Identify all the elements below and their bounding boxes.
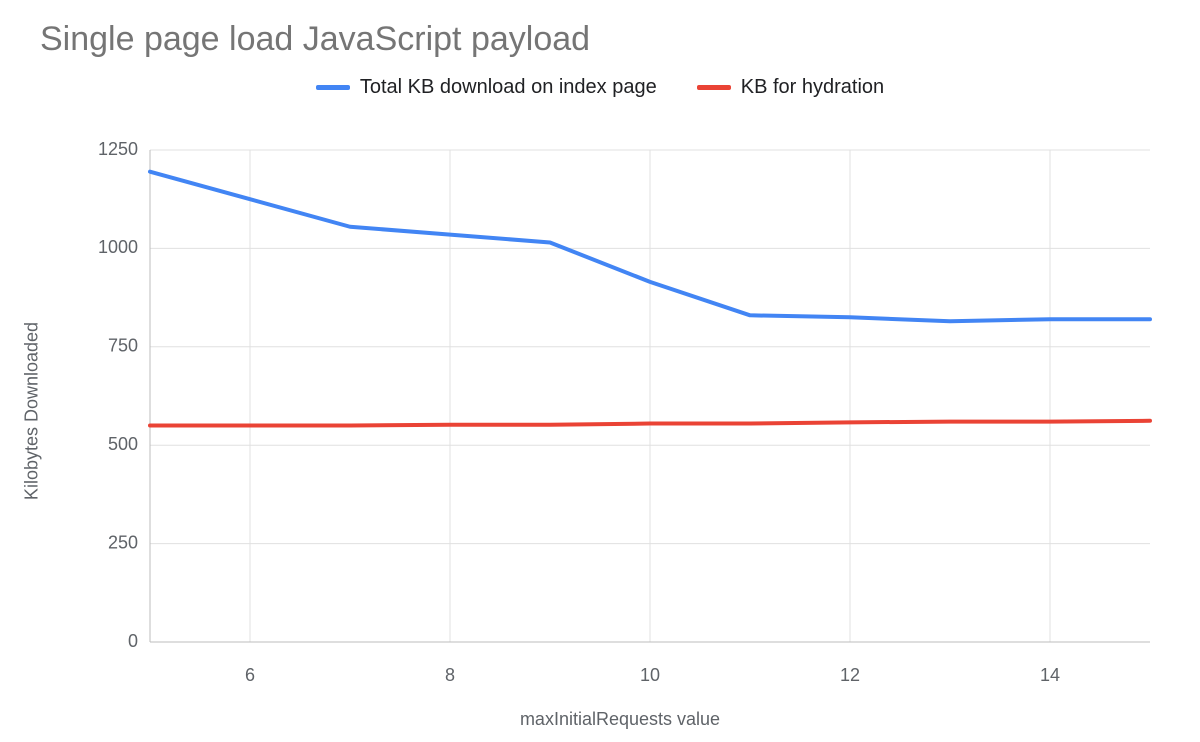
- xtick-label: 8: [445, 665, 455, 685]
- chart-container: Single page load JavaScript payload Tota…: [0, 0, 1200, 742]
- chart-svg: 0 250 500 750 1000 1250 6 8 10 12 14: [80, 120, 1160, 702]
- grid-group: [150, 150, 1150, 642]
- ytick-label: 750: [108, 336, 138, 356]
- ytick-label: 1250: [98, 139, 138, 159]
- legend-item-hydration: KB for hydration: [697, 76, 884, 99]
- xtick-label: 14: [1040, 665, 1060, 685]
- ytick-label: 0: [128, 631, 138, 651]
- xtick-label: 6: [245, 665, 255, 685]
- legend-item-total: Total KB download on index page: [316, 76, 657, 99]
- ytick-label: 500: [108, 434, 138, 454]
- legend-label-hydration: KB for hydration: [741, 76, 884, 99]
- legend-swatch-blue: [316, 85, 350, 90]
- xtick-label: 12: [840, 665, 860, 685]
- chart-plot-area: Kilobytes Downloaded 025050075010001250 …: [80, 120, 1160, 702]
- chart-legend: Total KB download on index page KB for h…: [0, 76, 1200, 99]
- xticklabels: 6 8 10 12 14: [245, 665, 1060, 685]
- ytick-label: 1000: [98, 237, 138, 257]
- legend-swatch-red: [697, 85, 731, 90]
- yticklabels: 0 250 500 750 1000 1250: [98, 139, 138, 651]
- x-axis-label: maxInitialRequests value: [80, 709, 1160, 730]
- legend-label-total: Total KB download on index page: [360, 76, 657, 99]
- ytick-label: 250: [108, 532, 138, 552]
- chart-title: Single page load JavaScript payload: [40, 20, 590, 59]
- y-axis-label: Kilobytes Downloaded: [22, 322, 43, 500]
- xtick-label: 10: [640, 665, 660, 685]
